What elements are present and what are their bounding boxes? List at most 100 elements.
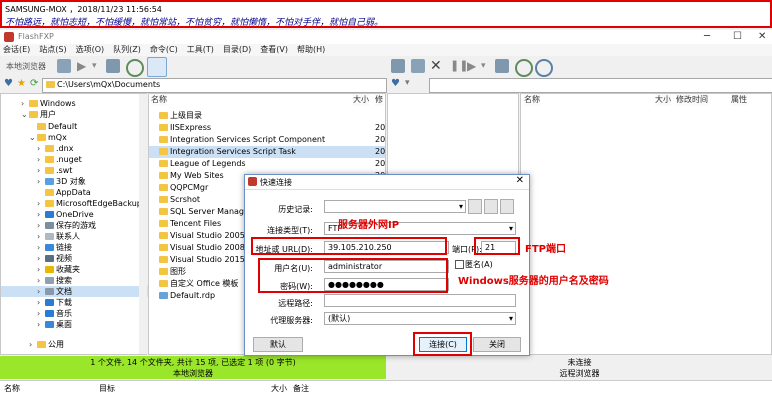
tree-item[interactable]: › .dnx bbox=[1, 143, 73, 154]
menu-tools[interactable]: 工具(T) bbox=[187, 44, 214, 56]
tree-scrollbar[interactable] bbox=[139, 94, 147, 354]
queue-col-target[interactable]: 目标 bbox=[99, 383, 115, 394]
tree-item[interactable]: ⌄ mQx bbox=[1, 132, 67, 143]
remote-col-modified[interactable]: 修改时间 bbox=[676, 94, 708, 106]
file-row[interactable]: Integration Services Script Component 201 bbox=[149, 134, 385, 146]
file-modified: 201 bbox=[375, 123, 386, 132]
tree-item[interactable]: ⌄ 用户 bbox=[1, 109, 56, 120]
remote-address-row: ♥ ▾ bbox=[387, 77, 772, 93]
menu-sites[interactable]: 站点(S) bbox=[39, 44, 66, 56]
folder-icon bbox=[159, 124, 168, 131]
dialog-close-icon[interactable]: ✕ bbox=[516, 175, 524, 186]
dropdown-icon[interactable]: ▾ bbox=[92, 59, 106, 73]
tree-item[interactable]: AppData bbox=[1, 187, 91, 198]
sync-icon[interactable]: ⟳ bbox=[30, 78, 38, 89]
window-title: FlashFXP bbox=[18, 32, 54, 41]
transfer-icon[interactable] bbox=[106, 59, 120, 73]
anonymous-label: 匿名(A) bbox=[465, 260, 493, 269]
menu-help[interactable]: 帮助(H) bbox=[297, 44, 325, 56]
tree-item[interactable]: › 搜索 bbox=[1, 275, 72, 286]
play-icon[interactable]: ▶ bbox=[77, 59, 91, 73]
favorite-star-icon[interactable]: ★ bbox=[17, 78, 26, 89]
tree-item[interactable]: › Windows bbox=[1, 98, 76, 109]
bookmark-icon[interactable]: ♥ bbox=[4, 78, 13, 89]
history-btn-2[interactable] bbox=[484, 199, 498, 214]
remote-play-icon[interactable]: ▶ bbox=[467, 59, 481, 73]
close-button[interactable]: 关闭 bbox=[473, 337, 521, 352]
remote-col-size[interactable]: 大小 bbox=[655, 94, 671, 106]
col-modified[interactable]: 修 bbox=[375, 94, 383, 106]
remote-path-input[interactable] bbox=[429, 78, 772, 93]
pause-icon[interactable]: ❚❚ bbox=[450, 59, 468, 73]
file-row[interactable]: League of Legends 201 bbox=[149, 158, 385, 170]
col-size[interactable]: 大小 bbox=[353, 94, 369, 106]
tree-item[interactable]: › 下载 bbox=[1, 297, 72, 308]
local-status-label: 本地浏览器 bbox=[173, 369, 213, 378]
tree-item[interactable]: › 视频 bbox=[1, 253, 72, 264]
remote-transfer-icon[interactable] bbox=[495, 59, 509, 73]
tree-item[interactable]: Default bbox=[1, 121, 77, 132]
history-btn-1[interactable] bbox=[468, 199, 482, 214]
file-row[interactable]: Integration Services Script Task 201 bbox=[149, 146, 385, 158]
proxy-select[interactable]: (默认) ▾ bbox=[324, 312, 516, 325]
local-path-input[interactable]: C:\Users\mQx\Documents bbox=[42, 78, 387, 93]
menu-view[interactable]: 查看(V) bbox=[260, 44, 288, 56]
file-name: QQPCMgr bbox=[170, 183, 209, 192]
remote-refresh-icon[interactable] bbox=[515, 59, 533, 77]
tree-item[interactable]: › OneDrive bbox=[1, 209, 94, 220]
dialog-app-icon bbox=[248, 177, 257, 186]
anonymous-checkbox[interactable] bbox=[455, 260, 464, 269]
history-select[interactable]: ▾ bbox=[324, 200, 466, 213]
menu-options[interactable]: 选项(O) bbox=[76, 44, 105, 56]
menu-commands[interactable]: 命令(C) bbox=[150, 44, 178, 56]
remote-col-name[interactable]: 名称 bbox=[524, 94, 540, 106]
col-name[interactable]: 名称 bbox=[151, 94, 167, 106]
remote-dropdown-arrow-icon[interactable]: ▾ bbox=[405, 78, 410, 88]
remote-col-attr[interactable]: 属性 bbox=[731, 94, 747, 106]
tree-item[interactable]: › 音乐 bbox=[1, 308, 72, 319]
tree-item[interactable]: › MicrosoftEdgeBackup bbox=[1, 198, 142, 209]
tree-item[interactable]: › .nuget bbox=[1, 154, 82, 165]
file-name: Visual Studio 2008 bbox=[170, 243, 245, 252]
remote-dropdown-icon[interactable]: ▾ bbox=[481, 59, 495, 73]
home-icon[interactable] bbox=[147, 57, 167, 77]
remote-path-input-dlg[interactable] bbox=[324, 294, 516, 307]
menu-session[interactable]: 会话(E) bbox=[3, 44, 30, 56]
local-address-row: ♥ ★ ⟳ C:\Users\mQx\Documents bbox=[0, 77, 387, 93]
tree-item[interactable]: › 公用 bbox=[1, 339, 64, 350]
queue-col-size[interactable]: 大小 bbox=[271, 383, 287, 394]
file-name: Integration Services Script Component bbox=[170, 135, 326, 144]
maximize-icon[interactable]: ☐ bbox=[733, 31, 742, 42]
remote-connect-icon[interactable] bbox=[391, 59, 405, 73]
file-name: Visual Studio 2015 bbox=[170, 255, 245, 264]
tree-item[interactable]: › 联系人 bbox=[1, 231, 80, 242]
folder-icon bbox=[159, 112, 168, 119]
abort-icon[interactable]: ✕ bbox=[430, 59, 444, 73]
tree-item[interactable]: › 收藏夹 bbox=[1, 264, 80, 275]
folder-icon bbox=[159, 172, 168, 179]
tree-item[interactable]: › 链接 bbox=[1, 242, 72, 253]
queue-col-remark[interactable]: 备注 bbox=[293, 383, 309, 394]
disconnect-icon[interactable] bbox=[411, 59, 425, 73]
folder-icon bbox=[159, 220, 168, 227]
file-row[interactable]: 上级目录 bbox=[149, 110, 385, 122]
tree-item[interactable]: › 3D 对象 bbox=[1, 176, 86, 187]
remote-bookmark-icon[interactable]: ♥ bbox=[391, 78, 400, 89]
file-row[interactable]: IISExpress 201 bbox=[149, 122, 385, 134]
menu-queue[interactable]: 队列(Z) bbox=[113, 44, 141, 56]
history-btn-3[interactable] bbox=[500, 199, 514, 214]
default-button[interactable]: 默认 bbox=[253, 337, 303, 352]
queue-col-name[interactable]: 名称 bbox=[4, 383, 20, 394]
tree-item[interactable]: › 保存的游戏 bbox=[1, 220, 96, 231]
menu-directory[interactable]: 目录(D) bbox=[223, 44, 251, 56]
file-name: Default.rdp bbox=[170, 291, 216, 300]
tree-item[interactable]: › 桌面 bbox=[1, 319, 72, 330]
annotation-credentials: Windows服务器的用户名及密码 bbox=[458, 276, 609, 287]
remote-status-text: 未连接 bbox=[567, 358, 592, 367]
refresh-icon[interactable] bbox=[126, 59, 144, 77]
connect-icon[interactable] bbox=[57, 59, 71, 73]
tree-item[interactable]: › .swt bbox=[1, 165, 72, 176]
minimize-icon[interactable]: ─ bbox=[704, 31, 710, 42]
close-icon[interactable]: ✕ bbox=[758, 31, 766, 42]
globe-icon[interactable] bbox=[535, 59, 553, 77]
